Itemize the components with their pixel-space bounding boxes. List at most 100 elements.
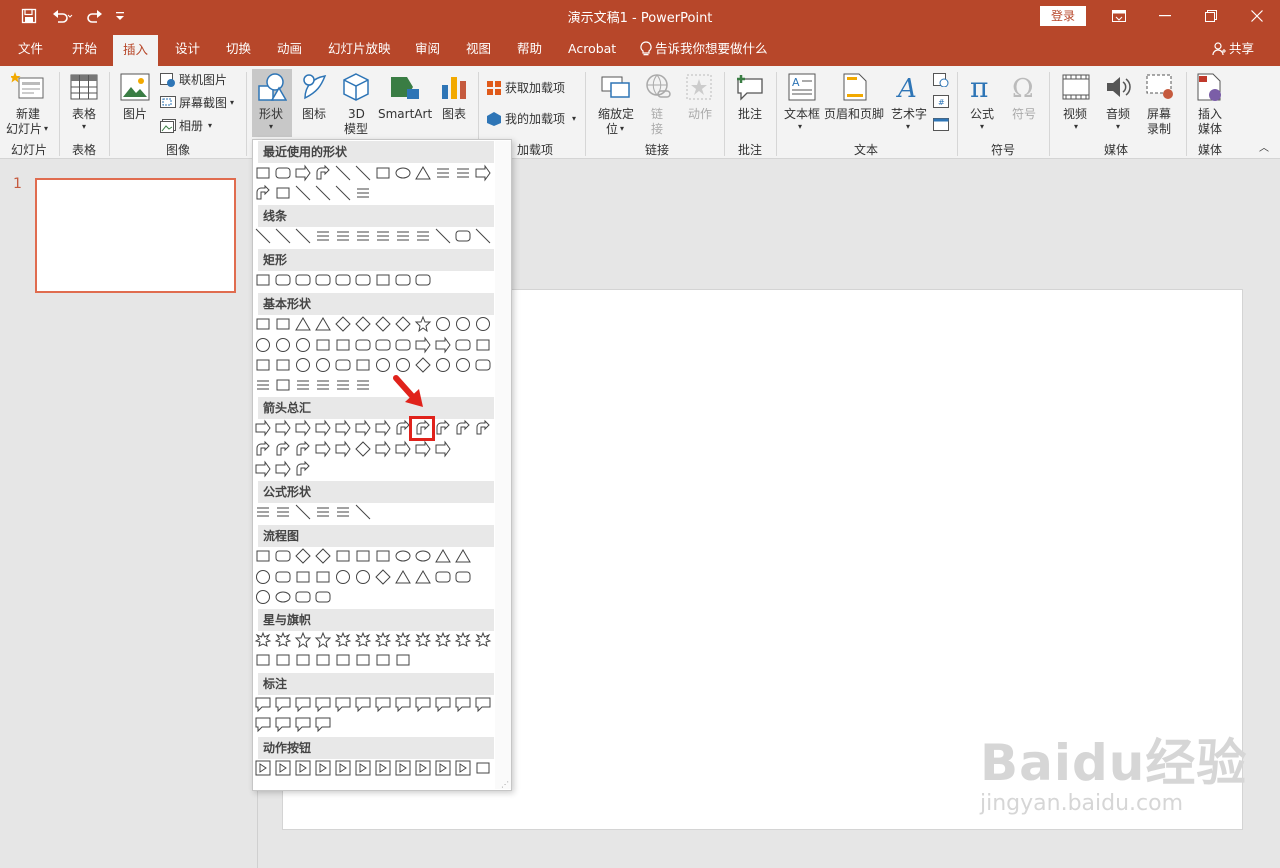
object-icon[interactable]	[932, 117, 950, 133]
my-addins-icon[interactable]	[486, 111, 502, 127]
smartart-label[interactable]: SmartArt	[378, 107, 432, 121]
shapes-dropdown-icon[interactable]: ▾	[269, 120, 273, 134]
minimize-icon[interactable]	[1142, 0, 1188, 32]
red-pointer-arrow-icon	[393, 375, 423, 407]
group-label-symbols: 符号	[991, 143, 1016, 157]
tab-slideshow[interactable]: 幻灯片放映	[328, 32, 391, 66]
get-addins-label[interactable]: 获取加载项	[505, 81, 565, 95]
audio-icon[interactable]	[1102, 71, 1134, 103]
chart-label[interactable]: 图表	[442, 107, 466, 121]
online-picture-label[interactable]: 联机图片	[179, 73, 227, 87]
screen-record-label-1[interactable]: 屏幕	[1147, 107, 1171, 121]
group-label-media-2: 媒体	[1198, 143, 1223, 157]
screenshot-icon[interactable]	[160, 95, 176, 111]
share-button[interactable]: 共享	[1212, 32, 1254, 66]
tab-acrobat[interactable]: Acrobat	[568, 32, 616, 66]
customize-qat-icon[interactable]	[112, 0, 128, 32]
save-icon[interactable]	[16, 0, 42, 32]
new-slide-label-1[interactable]: 新建	[16, 107, 40, 121]
textbox-dropdown-icon[interactable]: ▾	[798, 120, 802, 134]
screenshot-label[interactable]: 屏幕截图	[179, 96, 227, 110]
tab-help[interactable]: 帮助	[517, 32, 542, 66]
chart-icon[interactable]	[438, 71, 470, 103]
audio-label[interactable]: 音频	[1106, 107, 1130, 121]
login-button[interactable]: 登录	[1040, 6, 1086, 26]
zoom-label-1[interactable]: 缩放定	[598, 107, 634, 121]
tab-home[interactable]: 开始	[72, 32, 97, 66]
restore-icon[interactable]	[1188, 0, 1234, 32]
wordart-label[interactable]: 艺术字	[891, 107, 927, 121]
slide-number-icon[interactable]: #	[932, 94, 950, 110]
3d-model-label-1[interactable]: 3D	[348, 107, 365, 121]
smartart-icon[interactable]	[388, 71, 422, 103]
comment-label[interactable]: 批注	[738, 107, 762, 121]
zoom-label-2[interactable]: 位	[606, 122, 618, 136]
equation-dropdown-icon[interactable]: ▾	[980, 120, 984, 134]
group-separator	[776, 72, 777, 156]
wordart-dropdown-icon[interactable]: ▾	[906, 120, 910, 134]
icons-label[interactable]: 图标	[302, 107, 326, 121]
album-dropdown-icon[interactable]: ▾	[208, 119, 212, 133]
insert-media-label-2[interactable]: 媒体	[1198, 122, 1222, 136]
new-slide-icon[interactable]	[10, 70, 46, 104]
wordart-icon[interactable]: A	[893, 71, 923, 103]
my-addins-dropdown-icon[interactable]: ▾	[572, 112, 576, 126]
undo-icon[interactable]	[48, 0, 78, 32]
tab-design[interactable]: 设计	[175, 32, 200, 66]
date-time-icon[interactable]	[932, 72, 950, 88]
screen-record-label-2[interactable]: 录制	[1147, 122, 1171, 136]
textbox-icon[interactable]: A	[786, 71, 818, 103]
table-dropdown-icon[interactable]: ▾	[82, 120, 86, 134]
insert-media-label-1[interactable]: 插入	[1198, 107, 1222, 121]
comment-icon[interactable]	[734, 71, 766, 103]
video-dropdown-icon[interactable]: ▾	[1074, 120, 1078, 134]
watermark-text: Baidu经验	[980, 734, 1248, 792]
video-label[interactable]: 视频	[1063, 107, 1087, 121]
screenshot-dropdown-icon[interactable]: ▾	[230, 96, 234, 110]
zoom-icon[interactable]	[600, 71, 632, 103]
header-footer-label[interactable]: 页眉和页脚	[824, 107, 884, 121]
equation-label[interactable]: 公式	[970, 107, 994, 121]
ribbon-display-icon[interactable]	[1096, 0, 1142, 32]
icons-icon[interactable]	[298, 71, 330, 103]
screen-record-icon[interactable]	[1144, 71, 1176, 103]
section-stars-banners: 星与旗帜	[258, 609, 494, 631]
redo-icon[interactable]	[82, 0, 106, 32]
new-slide-label-2[interactable]: 幻灯片	[6, 122, 42, 136]
tab-review[interactable]: 审阅	[415, 32, 440, 66]
table-icon[interactable]	[68, 72, 100, 102]
album-icon[interactable]	[160, 118, 176, 134]
table-label[interactable]: 表格	[72, 107, 96, 121]
picture-icon[interactable]	[119, 72, 151, 102]
close-icon[interactable]	[1234, 0, 1280, 32]
header-footer-icon[interactable]	[840, 71, 870, 103]
new-slide-dropdown-icon[interactable]: ▾	[44, 122, 48, 136]
tab-view[interactable]: 视图	[466, 32, 491, 66]
equation-icon[interactable]: π	[966, 71, 998, 103]
zoom-dropdown-icon[interactable]: ▾	[620, 122, 624, 136]
slide-thumbnail[interactable]	[35, 178, 236, 293]
audio-dropdown-icon[interactable]: ▾	[1116, 120, 1120, 134]
insert-media-icon[interactable]	[1194, 71, 1226, 103]
3d-model-icon[interactable]	[340, 71, 372, 103]
tell-me-box[interactable]: 告诉我你想要做什么	[640, 32, 768, 66]
shapes-icon[interactable]	[256, 71, 288, 103]
highlighted-bent-arrow[interactable]	[409, 416, 435, 441]
tab-insert[interactable]: 插入	[113, 35, 159, 66]
3d-model-label-2[interactable]: 模型	[344, 122, 368, 136]
tab-file[interactable]: 文件	[18, 32, 43, 66]
picture-label[interactable]: 图片	[123, 107, 147, 121]
resize-grip-icon[interactable]: ⋰	[501, 780, 509, 789]
gallery-scrollbar[interactable]	[495, 141, 511, 789]
album-label[interactable]: 相册	[179, 119, 203, 133]
tab-animations[interactable]: 动画	[277, 32, 302, 66]
my-addins-label[interactable]: 我的加载项	[505, 112, 565, 126]
store-icon[interactable]	[486, 80, 502, 96]
tab-transitions[interactable]: 切换	[226, 32, 251, 66]
online-picture-icon[interactable]	[160, 72, 176, 88]
video-icon[interactable]	[1060, 71, 1092, 103]
textbox-label[interactable]: 文本框	[784, 107, 820, 121]
collapse-ribbon-icon[interactable]: ︿	[1259, 142, 1269, 156]
baidu-watermark: Baidu经验 jingyan.baidu.com	[980, 735, 1247, 817]
shapes-label[interactable]: 形状	[259, 107, 283, 121]
